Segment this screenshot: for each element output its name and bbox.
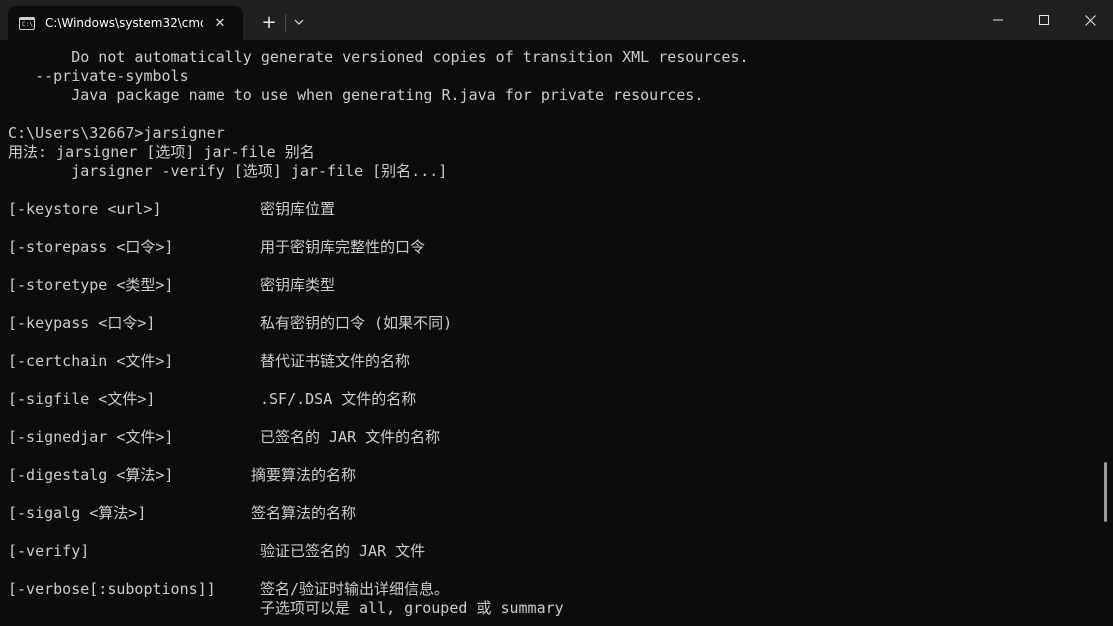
option-description: 替代证书链文件的名称 <box>260 352 411 370</box>
close-tab-button[interactable]: ✕ <box>211 14 229 32</box>
option-description: 密钥库位置 <box>260 200 336 218</box>
option-flag: [-verbose[:suboptions]] <box>8 580 216 598</box>
option-row: [-keypass <口令>] 私有密钥的口令 (如果不同) <box>8 314 1099 333</box>
option-row: [-digestalg <算法>] 摘要算法的名称 <box>8 466 1099 485</box>
option-row: [-verbose[:suboptions]] 签名/验证时输出详细信息。 <box>8 580 1099 599</box>
option-row: [-storepass <口令>] 用于密钥库完整性的口令 <box>8 238 1099 257</box>
option-flag: [-keystore <url>] <box>8 200 162 218</box>
option-description: 子选项可以是 all, grouped 或 summary <box>260 599 564 617</box>
chevron-down-icon <box>294 19 304 25</box>
divider <box>285 14 286 32</box>
option-flag: [-digestalg <算法>] <box>8 466 174 484</box>
option-row-continuation: 子选项可以是 all, grouped 或 summary <box>8 599 1099 618</box>
prompt-line: C:\Users\32667>jarsigner <box>8 124 225 142</box>
plus-icon: + <box>261 11 277 33</box>
option-row: [-signedjar <文件>] 已签名的 JAR 文件的名称 <box>8 428 1099 447</box>
terminal-window: C:\ C:\Windows\system32\cmd.e: ✕ + <box>0 0 1113 626</box>
option-flag: [-signedjar <文件>] <box>8 428 174 446</box>
new-tab-button[interactable]: + <box>257 9 281 35</box>
close-icon: ✕ <box>214 15 226 31</box>
tab-title: C:\Windows\system32\cmd.e: <box>45 16 203 30</box>
option-description: 用于密钥库完整性的口令 <box>260 238 426 256</box>
option-flag: [-sigalg <算法>] <box>8 504 147 522</box>
option-flag: [-storepass <口令>] <box>8 238 174 256</box>
close-window-button[interactable] <box>1067 0 1113 40</box>
option-row: [-keystore <url>] 密钥库位置 <box>8 200 1099 219</box>
tab-dropdown-button[interactable] <box>289 9 309 35</box>
title-bar[interactable]: C:\ C:\Windows\system32\cmd.e: ✕ + <box>0 0 1113 40</box>
usage-line: 用法: jarsigner [选项] jar-file 别名 <box>8 143 315 161</box>
minimize-button[interactable] <box>975 0 1021 40</box>
maximize-icon <box>1039 15 1049 25</box>
option-description: 摘要算法的名称 <box>251 466 357 484</box>
option-description: 签名/验证时输出详细信息。 <box>260 580 450 598</box>
minimize-icon <box>993 19 1003 21</box>
option-flag: [-storetype <类型>] <box>8 276 174 294</box>
option-flag: [-verify] <box>8 542 90 560</box>
close-icon <box>1084 14 1096 26</box>
option-row: [-certchain <文件>] 替代证书链文件的名称 <box>8 352 1099 371</box>
option-description: 验证已签名的 JAR 文件 <box>260 542 426 560</box>
option-row: [-verify] 验证已签名的 JAR 文件 <box>8 542 1099 561</box>
option-description: 私有密钥的口令 (如果不同) <box>260 314 453 332</box>
output-line: Do not automatically generate versioned … <box>8 48 749 66</box>
option-row: [-sigalg <算法>] 签名算法的名称 <box>8 504 1099 523</box>
option-flag: [-keypass <口令>] <box>8 314 156 332</box>
output-line: --private-symbols <box>8 67 189 85</box>
maximize-button[interactable] <box>1021 0 1067 40</box>
option-description: 签名算法的名称 <box>251 504 357 522</box>
option-row: [-storetype <类型>] 密钥库类型 <box>8 276 1099 295</box>
scrollbar-thumb[interactable] <box>1104 462 1107 522</box>
tab-cmd[interactable]: C:\ C:\Windows\system32\cmd.e: ✕ <box>8 6 243 40</box>
option-description: 密钥库类型 <box>260 276 336 294</box>
option-flag: [-sigfile <文件>] <box>8 390 156 408</box>
cmd-icon: C:\ <box>19 16 35 30</box>
option-description: 已签名的 JAR 文件的名称 <box>260 428 441 446</box>
usage-line: jarsigner -verify [选项] jar-file [别名...] <box>8 162 448 180</box>
terminal-output[interactable]: Do not automatically generate versioned … <box>8 48 1099 626</box>
options-list: [-keystore <url>] 密钥库位置 [-storepass <口令>] 用… <box>8 181 1099 618</box>
option-row: [-sigfile <文件>] .SF/.DSA 文件的名称 <box>8 390 1099 409</box>
option-description: .SF/.DSA 文件的名称 <box>260 390 417 408</box>
option-flag: [-certchain <文件>] <box>8 352 174 370</box>
output-line: Java package name to use when generating… <box>8 86 704 104</box>
